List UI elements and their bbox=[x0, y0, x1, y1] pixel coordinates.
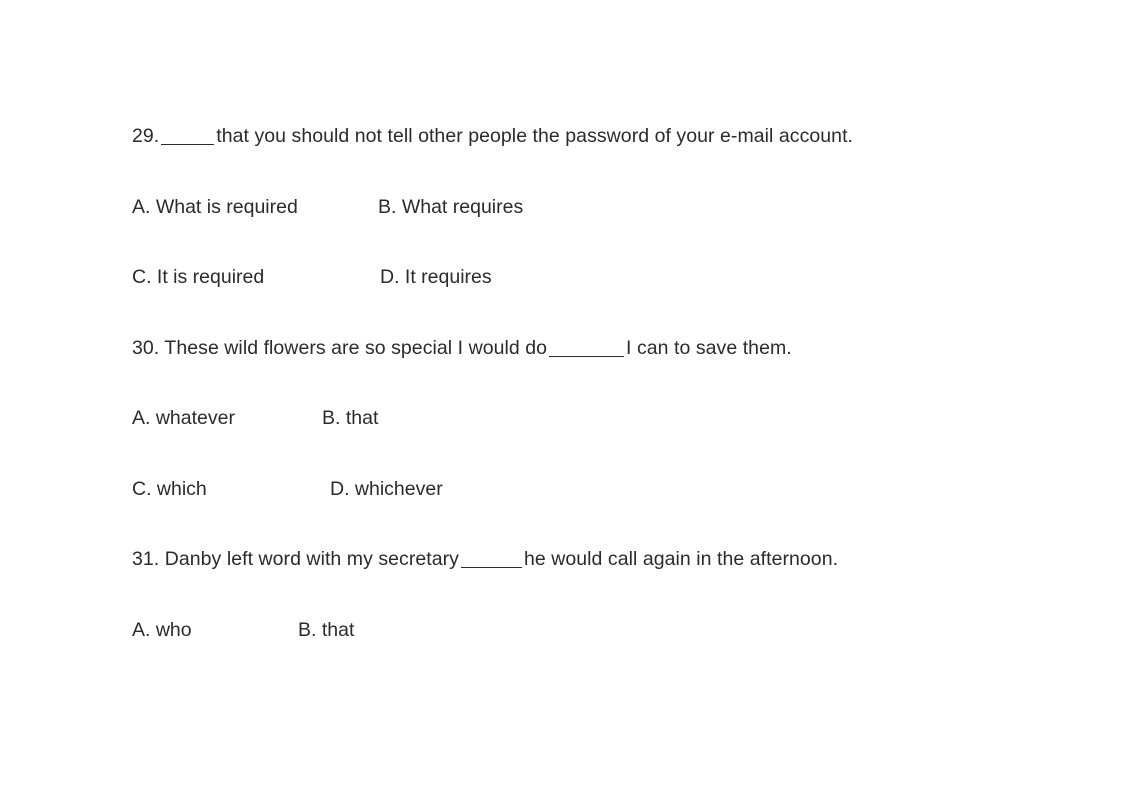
question-31-option-b[interactable]: B. that bbox=[298, 618, 354, 642]
question-31-number: 31. bbox=[132, 548, 160, 570]
question-31-options-row-1: A. who B. that bbox=[132, 618, 1072, 689]
question-29-options-row-2: C. It is required D. It requires bbox=[132, 265, 1072, 336]
question-30-blank[interactable] bbox=[549, 355, 625, 357]
document-page: 29. that you should not tell other people… bbox=[0, 0, 1123, 794]
question-29-option-d[interactable]: D. It requires bbox=[380, 265, 492, 289]
question-31-blank[interactable] bbox=[460, 567, 522, 568]
question-30-option-c[interactable]: C. which bbox=[132, 477, 207, 501]
exercise-content: 29. that you should not tell other people… bbox=[132, 124, 1072, 688]
question-31-stem-after: he would call again in the afternoon. bbox=[523, 548, 839, 570]
question-29-stem: 29. that you should not tell other people… bbox=[132, 124, 1072, 195]
question-29-options-row-1: A. What is required B. What requires bbox=[132, 195, 1072, 266]
question-30-stem-after: I can to save them. bbox=[626, 336, 792, 359]
question-30-options-row-1: A. whatever B. that bbox=[132, 406, 1072, 477]
question-29-option-b[interactable]: B. What requires bbox=[378, 195, 523, 219]
question-30-number: 30. bbox=[132, 336, 160, 359]
question-30-stem: 30. These wild flowers are so special I … bbox=[132, 336, 1072, 407]
question-30-stem-before: These wild flowers are so special I woul… bbox=[164, 336, 548, 359]
question-30-option-b[interactable]: B. that bbox=[322, 406, 378, 430]
question-31-stem-before: Danby left word with my secretary bbox=[164, 548, 459, 570]
question-31-option-a[interactable]: A. who bbox=[132, 618, 192, 642]
question-29-number: 29. bbox=[132, 125, 160, 147]
question-29-stem-text: that you should not tell other people th… bbox=[216, 125, 854, 147]
question-29-option-a[interactable]: A. What is required bbox=[132, 195, 298, 219]
question-29-option-c[interactable]: C. It is required bbox=[132, 265, 264, 289]
question-29-blank[interactable] bbox=[161, 144, 215, 145]
question-30-options-row-2: C. which D. whichever bbox=[132, 477, 1072, 548]
question-30-option-d[interactable]: D. whichever bbox=[330, 477, 443, 501]
question-30-option-a[interactable]: A. whatever bbox=[132, 406, 235, 430]
question-31-stem: 31. Danby left word with my secretary he … bbox=[132, 547, 1072, 618]
